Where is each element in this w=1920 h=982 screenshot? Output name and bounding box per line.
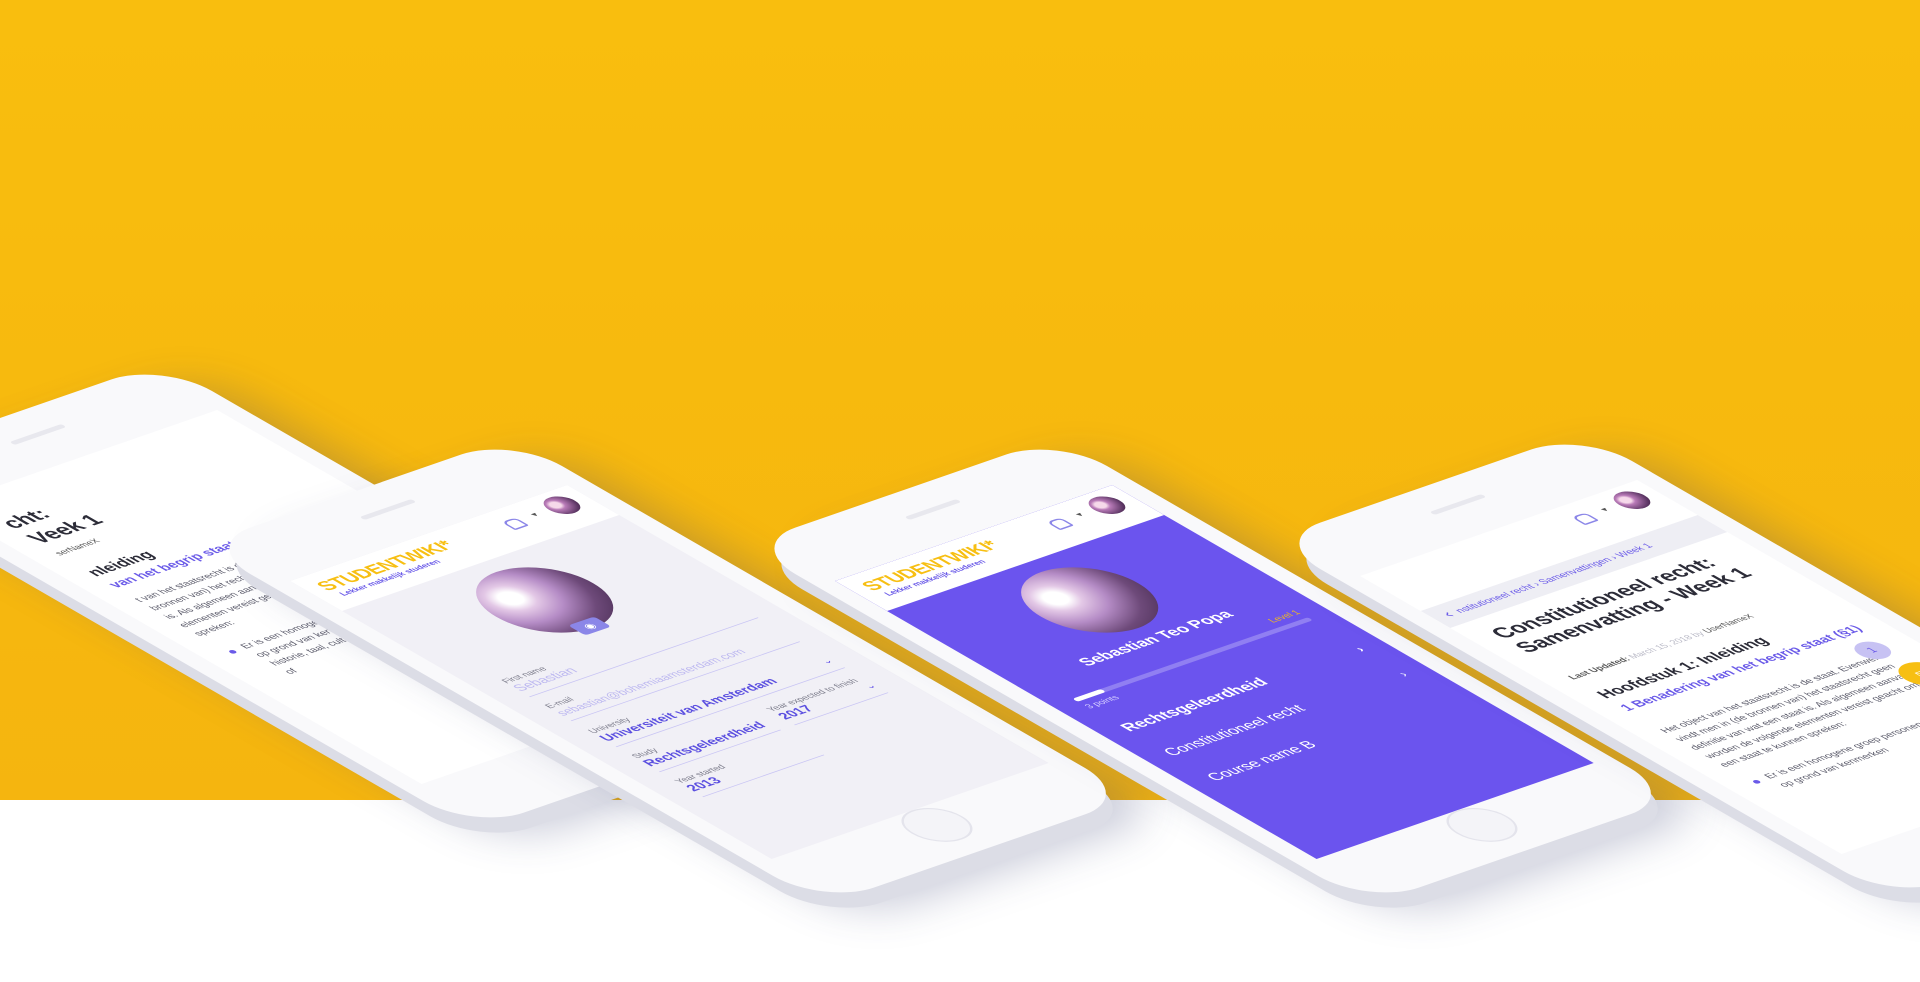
phone-speaker — [9, 424, 67, 445]
phone-speaker — [359, 499, 417, 520]
profile-photo[interactable] — [447, 555, 642, 645]
studentwiki-logo[interactable]: STUDENTWIKI* Lekker makkelijk studeren — [311, 537, 470, 599]
logo-title: STUDENTWIKI* — [856, 537, 1005, 594]
breadcrumb-item[interactable]: Week 1 — [1613, 542, 1656, 559]
meta-user[interactable]: UserNameX — [1700, 613, 1757, 635]
breadcrumb-item[interactable]: Samenvattingen — [1536, 556, 1615, 586]
chevron-down-icon[interactable]: ▾ — [1598, 506, 1612, 513]
course-label: Course name B — [1202, 738, 1321, 784]
chevron-down-icon[interactable]: ▾ — [528, 511, 542, 518]
breadcrumb-item[interactable]: nstitutioneel recht — [1453, 583, 1538, 615]
bullet-dot — [1751, 779, 1762, 785]
phone-speaker — [1429, 494, 1487, 515]
logo-title: STUDENTWIKI* — [311, 537, 460, 594]
avatar[interactable] — [1606, 488, 1658, 513]
chevron-down-icon[interactable]: ▾ — [1073, 511, 1087, 518]
avatar[interactable] — [1081, 493, 1133, 518]
avatar[interactable] — [536, 493, 588, 518]
chevron-right-icon: › — [1350, 644, 1369, 654]
bell-icon[interactable] — [1046, 517, 1075, 531]
studentwiki-logo[interactable]: STUDENTWIKI* Lekker makkelijk studeren — [856, 537, 1015, 599]
meta-label: Last Updated: — [1566, 655, 1634, 682]
bullet-dot — [227, 649, 238, 655]
phone-speaker — [904, 499, 962, 520]
bell-icon[interactable] — [1571, 512, 1600, 526]
bell-icon[interactable] — [501, 517, 530, 531]
chevron-right-icon: › — [1393, 669, 1412, 679]
